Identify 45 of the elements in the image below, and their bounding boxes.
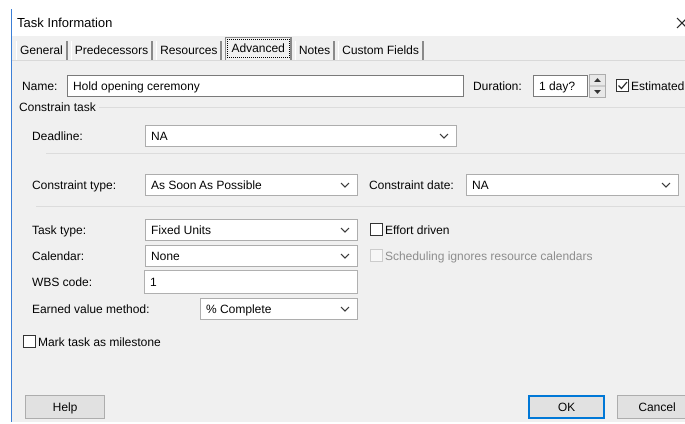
dialog-button[interactable]: OK [528, 395, 605, 419]
tab[interactable]: Notes [294, 41, 336, 60]
dropdown[interactable]: None [145, 244, 358, 266]
spinner-icon[interactable] [589, 74, 606, 98]
field-label: Constraint type: [32, 178, 118, 192]
field-label: Name: [22, 78, 58, 92]
field-label: WBS code: [32, 275, 94, 289]
field-label: Duration: [473, 78, 523, 92]
checkbox-label: Scheduling ignores resource calendars [385, 248, 592, 262]
tab[interactable]: Resources [156, 41, 222, 60]
dropdown[interactable]: As Soon As Possible [145, 174, 358, 196]
field-label: Constraint date: [369, 178, 455, 192]
chevron-down-icon [340, 182, 350, 188]
chevron-down-icon [340, 252, 350, 258]
field-label: Task type: [32, 222, 88, 236]
dropdown[interactable]: % Complete [200, 298, 358, 320]
checkbox-label: Estimated [631, 78, 684, 92]
dropdown[interactable]: NA [466, 174, 679, 196]
checkmark-icon [617, 80, 628, 91]
input-field[interactable]: 1 day? [533, 74, 588, 96]
dialog-button[interactable]: Cancel [617, 395, 685, 419]
close-icon[interactable] [676, 16, 685, 28]
dropdown[interactable]: NA [145, 124, 457, 146]
chevron-down-icon [340, 306, 350, 312]
chevron-down-icon [439, 132, 449, 138]
field-label: Earned value method: [32, 302, 150, 316]
dropdown[interactable]: Fixed Units [145, 218, 358, 240]
chevron-down-icon [340, 226, 350, 232]
tab[interactable]: General [16, 41, 68, 60]
field-label: Calendar: [32, 248, 86, 262]
tab[interactable]: Advanced [225, 37, 292, 60]
tab[interactable]: Predecessors [70, 41, 154, 60]
input-field[interactable]: Hold opening ceremony [67, 74, 464, 96]
field-label: Deadline: [32, 128, 84, 142]
window-title: Task Information [17, 15, 114, 30]
group-title: Constrain task [19, 100, 96, 114]
checkbox-label: Mark task as milestone [38, 334, 161, 348]
chevron-down-icon [661, 182, 671, 188]
input-field[interactable]: 1 [144, 270, 358, 294]
tab[interactable]: Custom Fields [338, 41, 424, 60]
checkbox-label: Effort driven [385, 222, 450, 236]
checkbox[interactable] [616, 79, 629, 92]
checkbox[interactable] [23, 335, 36, 348]
checkbox[interactable] [370, 223, 383, 236]
dialog-button[interactable]: Help [25, 395, 105, 419]
